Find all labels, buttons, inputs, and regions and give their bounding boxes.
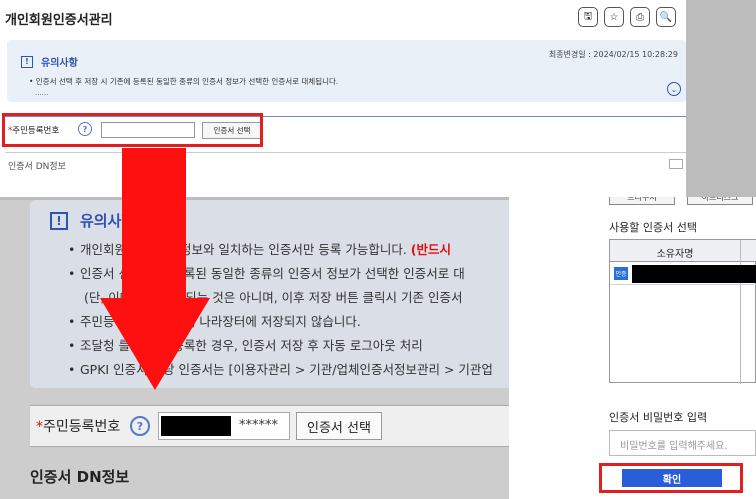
down-arrow-icon xyxy=(100,148,210,390)
last-modified: 최종변경일 : 2024/02/15 10:28:29 xyxy=(548,50,678,59)
notice-item-emphasis: (반드시 xyxy=(410,242,452,257)
rrn-label-text: 주민등록번호 xyxy=(43,419,121,435)
chevron-down-icon[interactable]: ⌄ xyxy=(667,82,681,96)
password-input[interactable]: 비밀번호를 입력해주세요. xyxy=(609,430,756,456)
storage-tabs: 브라우저 하드디스크 xyxy=(609,197,756,207)
cert-dialog: 브라우저 하드디스크 사용할 인증서 선택 소유자명 인증 인증서 비밀번호 입… xyxy=(509,197,756,499)
notice-icon: ! xyxy=(21,55,33,68)
table-header: 소유자명 xyxy=(610,240,756,384)
cert-table: 소유자명 인증 xyxy=(609,239,756,384)
redaction-mask xyxy=(161,416,231,436)
zoomed-select-cert-button[interactable]: 인증서 선택 xyxy=(296,412,382,440)
redaction-mask xyxy=(632,265,756,283)
help-icon[interactable]: ? xyxy=(130,416,150,436)
highlight-box-rrn xyxy=(2,113,263,147)
notice-line: • 인증서 선택 후 저장 시 기존에 등록된 동일한 종류의 인증서 정보가 … xyxy=(29,77,339,86)
zoomed-dn-heading: 인증서 DN정보 xyxy=(30,468,130,486)
save-icon[interactable]: 🖫 xyxy=(578,7,598,27)
page-title: 개인회원인증서관리 xyxy=(5,13,113,28)
dn-toggle[interactable] xyxy=(669,159,683,169)
notice-icon: ! xyxy=(50,211,68,230)
confirm-button[interactable]: 확인 xyxy=(622,469,722,487)
notice-panel: ! 유의사항 최종변경일 : 2024/02/15 10:28:29 • 인증서… xyxy=(7,40,686,102)
zoomed-rrn-row: *주민등록번호 ? ****** 인증서 선택 xyxy=(30,405,590,447)
zoomed-rrn-input[interactable]: ****** xyxy=(158,412,290,440)
arrow-shape xyxy=(100,148,210,390)
select-cert-title: 사용할 인증서 선택 xyxy=(609,221,697,234)
notice-more: ...... xyxy=(35,89,49,97)
rrn-masked-value: ****** xyxy=(239,418,278,433)
zoomed-rrn-label: *주민등록번호 xyxy=(36,416,130,436)
column-divider xyxy=(740,240,741,384)
toolbar: 🖫 ☆ ⎙ 🔍 xyxy=(578,7,676,27)
owner-column-header: 소유자명 xyxy=(656,249,694,260)
favorite-icon[interactable]: ☆ xyxy=(604,7,624,27)
table-row[interactable]: 인증 xyxy=(610,263,756,285)
print-icon[interactable]: ⎙ xyxy=(630,7,650,27)
highlight-box-confirm: 확인 xyxy=(599,463,743,493)
tab-harddisk[interactable]: 하드디스크 xyxy=(687,197,753,205)
tab-browser[interactable]: 브라우저 xyxy=(609,197,675,205)
cert-icon: 인증 xyxy=(614,267,628,280)
password-title: 인증서 비밀번호 입력 xyxy=(609,411,708,424)
required-mark: * xyxy=(36,419,43,435)
dn-label: 인증서 DN정보 xyxy=(8,162,66,172)
notice-title: 유의사항 xyxy=(41,58,78,69)
search-icon[interactable]: 🔍 xyxy=(656,7,676,27)
